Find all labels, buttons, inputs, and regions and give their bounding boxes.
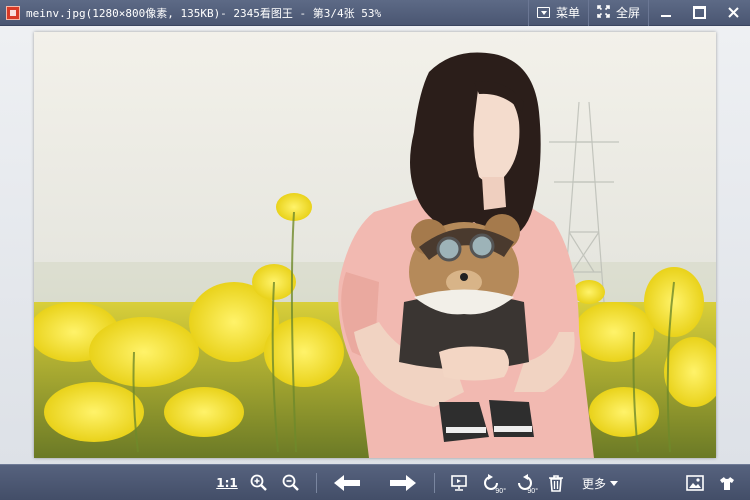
- zoom-in-button[interactable]: [247, 465, 271, 500]
- picture-icon: [686, 475, 704, 491]
- image-viewer[interactable]: [0, 26, 750, 464]
- toolbar-separator: [434, 473, 435, 493]
- rotate-left-label: 90°: [495, 488, 506, 495]
- close-button[interactable]: [716, 0, 750, 26]
- more-menu-button[interactable]: 更多: [576, 465, 624, 500]
- toolbar-separator: [316, 473, 317, 493]
- menu-button[interactable]: 菜单: [527, 0, 588, 26]
- set-wallpaper-button[interactable]: [682, 465, 708, 500]
- chevron-down-icon: [610, 480, 618, 486]
- delete-button[interactable]: [544, 465, 568, 500]
- title-bar: meinv.jpg(1280×800像素, 135KB)- 2345看图王 - …: [0, 0, 750, 26]
- arrow-left-icon: [334, 475, 360, 491]
- arrow-right-icon: [390, 475, 416, 491]
- tshirt-icon: [720, 476, 734, 490]
- fullscreen-label: 全屏: [615, 6, 640, 20]
- trash-icon: [549, 475, 563, 492]
- maximize-button[interactable]: [682, 0, 716, 26]
- bottom-toolbar: 1:1 90° 90° 更多: [0, 464, 750, 500]
- rotate-right-label: 90°: [527, 488, 538, 495]
- zoom-out-button[interactable]: [279, 465, 303, 500]
- window-title: meinv.jpg(1280×800像素, 135KB)- 2345看图王 - …: [26, 6, 382, 20]
- rotate-left-button[interactable]: 90°: [478, 465, 506, 500]
- dropdown-box-icon: [536, 7, 550, 18]
- actual-size-button[interactable]: 1:1: [214, 465, 240, 500]
- zoom-in-icon: [250, 474, 267, 491]
- minimize-button[interactable]: [648, 0, 682, 26]
- app-logo-icon: [6, 5, 20, 20]
- previous-image-button[interactable]: [330, 465, 364, 500]
- next-image-button[interactable]: [386, 465, 420, 500]
- skin-button[interactable]: [714, 465, 740, 500]
- slideshow-button[interactable]: [446, 465, 472, 500]
- zoom-out-icon: [282, 474, 299, 491]
- rotate-right-button[interactable]: 90°: [510, 465, 538, 500]
- displayed-photo: [34, 32, 716, 458]
- more-label: 更多: [581, 476, 606, 491]
- menu-label: 菜单: [555, 6, 580, 20]
- photo-illustration: [34, 32, 716, 458]
- close-icon: [727, 7, 739, 18]
- fullscreen-button[interactable]: 全屏: [587, 0, 648, 26]
- expand-arrows-icon: [597, 4, 610, 21]
- presentation-screen-icon: [451, 475, 467, 491]
- actual-size-label: 1:1: [216, 476, 238, 490]
